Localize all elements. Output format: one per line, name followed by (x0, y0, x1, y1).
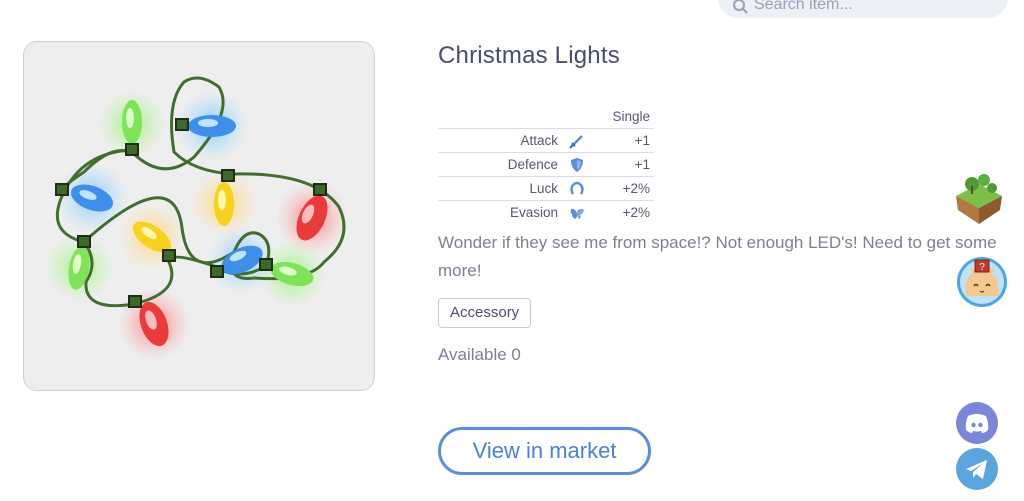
discord-icon (965, 414, 989, 433)
item-image (23, 41, 375, 391)
stat-value: +2% (592, 200, 654, 224)
stats-table: Single Attack +1 Defence +1 Luck +2% Eva… (438, 104, 654, 224)
category-tag[interactable]: Accessory (438, 298, 532, 328)
available-count: Available 0 (438, 345, 521, 364)
stat-name: Evasion (438, 200, 562, 224)
stat-value: +1 (592, 128, 654, 153)
item-title: Christmas Lights (438, 42, 620, 69)
discord-button[interactable] (956, 402, 998, 444)
sword-icon (569, 134, 583, 149)
stat-row-attack: Attack +1 (438, 128, 654, 153)
christmas-lights-illustration (45, 76, 348, 360)
floating-island-icon (956, 174, 1002, 224)
stat-row-defence: Defence +1 (438, 152, 654, 177)
stat-value: +1 (592, 152, 654, 177)
svg-text:?: ? (979, 262, 985, 273)
search-input[interactable]: Search item... (718, 0, 1008, 18)
telegram-icon (966, 460, 987, 479)
stat-name: Attack (438, 128, 562, 153)
stat-row-evasion: Evasion +2% (438, 200, 654, 224)
item-description: Wonder if they see me from space!? Not e… (438, 233, 997, 280)
stat-name: Defence (438, 152, 562, 177)
search-placeholder: Search item... (754, 0, 853, 13)
view-in-market-button[interactable]: View in market (438, 427, 651, 475)
telegram-button[interactable] (956, 448, 998, 490)
mystery-cat-button[interactable]: ? (956, 256, 1008, 308)
stats-header-single: Single (612, 108, 650, 124)
stat-value: +2% (592, 176, 654, 201)
wings-icon (570, 208, 584, 219)
shield-icon (571, 157, 583, 172)
horseshoe-icon (570, 181, 584, 195)
stat-row-luck: Luck +2% (438, 176, 654, 201)
mystery-cat-icon: ? (957, 257, 1007, 307)
floating-island-button[interactable] (950, 170, 1008, 228)
search-icon (733, 0, 748, 14)
stat-name: Luck (438, 176, 562, 201)
stats-header-empty (438, 104, 592, 129)
